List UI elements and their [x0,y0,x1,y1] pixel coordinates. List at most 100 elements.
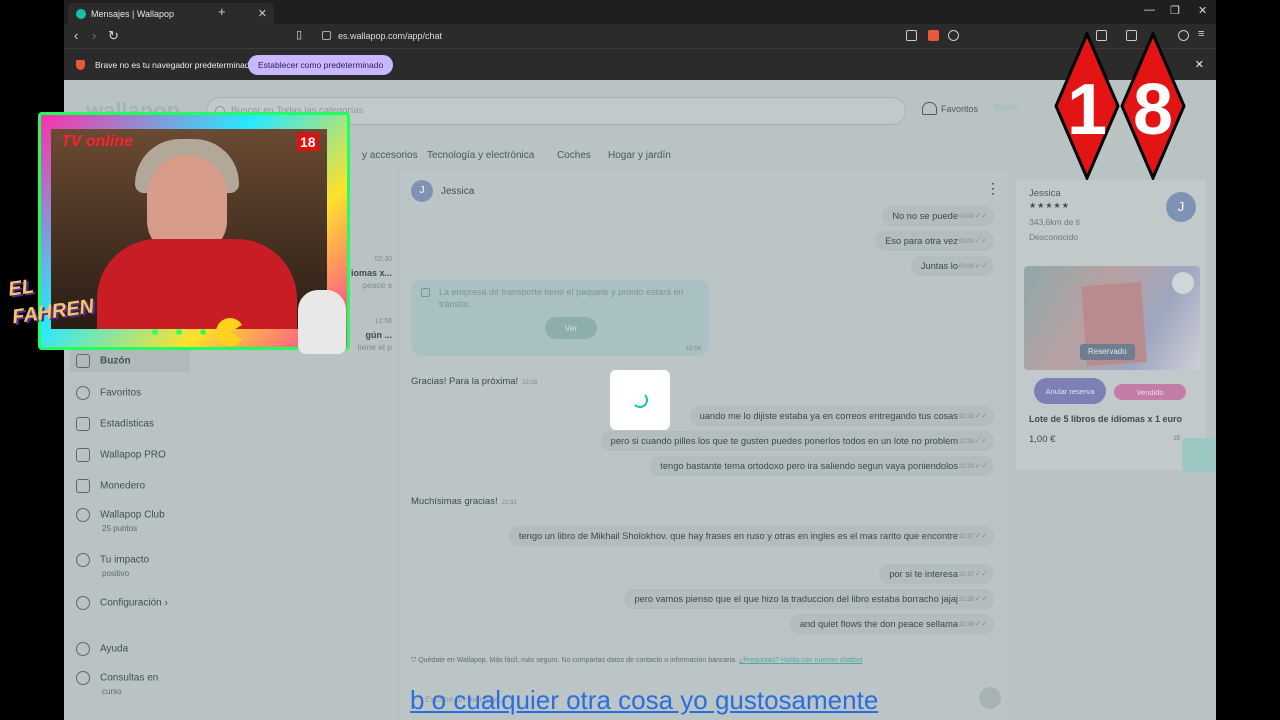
product-title[interactable]: Lote de 5 libros de idiomas x 1 euro [1029,414,1182,424]
anular-reserva-button[interactable]: Anular reserva [1034,378,1106,404]
window-close-icon[interactable]: ✕ [1198,4,1207,17]
favoritos-link[interactable]: Favoritos [922,102,978,115]
sidebar-label: Estadísticas [100,418,154,430]
person-shirt [97,239,297,329]
message-time: 00:00 [958,264,974,270]
chat-header[interactable]: J Jessica [411,180,474,202]
transport-notification: La empresa de transporte tiene el paquet… [411,280,709,356]
digit-one: 1 [1067,70,1107,150]
sidebar-item-favoritos[interactable]: Favoritos [76,386,141,400]
message-text: Juntas lo [920,261,958,271]
pro-icon [76,448,90,462]
age-rating-small: 18 [297,133,319,151]
bookmark-icon[interactable]: ▯ [296,28,302,41]
avatar[interactable]: J [1166,192,1196,222]
wallapop-favicon-icon [76,8,86,19]
message-time: 12:26 [522,380,538,386]
infobar-close-icon[interactable]: ✕ [1195,58,1204,71]
send-button[interactable] [979,687,1001,709]
close-tab-icon[interactable]: ✕ [258,7,267,20]
seller-name: Jessica [1029,188,1061,199]
reload-icon[interactable]: ↻ [108,28,119,44]
sidebar-item-estadisticas[interactable]: Estadísticas [76,417,154,431]
browser-tab-bar: Mensajes | Wallapop ✕ + — ❐ ✕ [64,0,1216,24]
spinner-icon [632,392,648,408]
favoritos-label: Favoritos [941,103,979,114]
sidebar-label: Tu impacto [100,554,150,566]
buzon-link[interactable]: Buzón [994,102,1020,112]
set-default-button[interactable]: Establecer como predeterminado [248,55,394,75]
sidebar-item-ayuda[interactable]: Ayuda [76,642,128,656]
minimize-icon[interactable]: — [1144,4,1155,16]
message-received: Muchísimas gracias! 22:33 [411,496,517,507]
sidebar-item-consultas[interactable]: Consultas en curso [76,671,158,696]
forward-icon[interactable]: › [92,28,96,43]
seller-status: Desconocido [1029,232,1079,242]
chatbot-icon[interactable] [1182,438,1216,472]
edit-icon[interactable] [1172,272,1194,294]
sidebar-label-line2: positivo [102,569,130,578]
read-check-icon: ✓✓ [974,411,988,420]
live-caption: b o cualquier otra cosa yo gustosamente [410,685,879,715]
tv-online-logo: TV online [61,133,133,150]
browser-tab[interactable]: Mensajes | Wallapop ✕ [68,3,274,24]
category-coches[interactable]: Coches [557,150,591,161]
rating-stars: ★★★★★ [1029,201,1070,210]
message-time: 22:37 [958,534,974,540]
ver-button[interactable]: Ver [545,317,597,339]
message-time: 00:00 [958,214,974,220]
read-check-icon: ✓✓ [974,619,988,628]
product-panel: Jessica ★★★★★ 343,6km de ti Desconocido … [1016,180,1206,470]
vendido-button[interactable]: Vendido [1114,384,1186,400]
reservado-badge: Reservado [1080,344,1135,360]
message-text: por si te interesa [889,569,958,579]
sidebar-item-monedero[interactable]: Monedero [76,479,145,493]
bar-chart-icon [76,417,90,431]
site-info-icon[interactable] [322,31,331,40]
message-text: and quiet flows the don peace sellama [799,619,958,629]
message-time: 22:38 [958,597,974,603]
age-rating-8: 8 [1120,30,1186,182]
sidebar-item-impacto[interactable]: Tu impacto positivo [76,553,149,578]
menu-icon[interactable]: ≡ [1198,28,1204,40]
back-icon[interactable]: ‹ [74,28,78,43]
message-text: tengo bastante tema ortodoxo pero ira sa… [660,461,958,471]
sidebar-item-club[interactable]: Wallapop Club 25 puntos [76,508,165,533]
read-check-icon: ✓✓ [974,569,988,578]
product-image[interactable]: Reservado [1024,266,1200,370]
category-hogar[interactable]: Hogar y jardín [608,150,671,161]
message-received: Gracias! Para la próxima! 12:26 [411,376,537,387]
age-rating-1: 1 [1054,30,1120,182]
message-time: 00:00 [958,239,974,245]
heart-icon [922,102,937,115]
share-icon[interactable] [906,30,917,41]
sidebar-label: Wallapop Club [100,509,165,521]
chevron-right-icon: › [164,597,168,609]
brave-shields-icon[interactable] [928,30,939,41]
contact-name: Jessica [441,185,475,197]
el-fahren-logo: EL FAHREN [7,265,96,332]
message-text: Eso para otra vez [885,236,958,246]
category-tecnologia[interactable]: Tecnología y electrónica [427,150,534,161]
transport-text: La empresa de transporte tiene el paquet… [439,287,684,309]
category-accesorios[interactable]: y accesorios [362,150,418,161]
more-options-icon[interactable]: ⋮ [986,180,1000,197]
globe-icon [76,553,90,567]
message-sent: and quiet flows the don peace sellama 22:… [789,614,994,634]
sidebar-item-configuracion[interactable]: Configuración › [76,596,168,610]
message-text: pero si cuando pilles los que te gusten … [610,436,958,446]
address-bar[interactable]: es.wallapop.com/app/chat [314,27,954,45]
maximize-icon[interactable]: ❐ [1170,4,1180,17]
package-icon [421,288,430,297]
conv-preview: tiene el p [357,342,393,352]
sidebar-item-buzon[interactable]: Buzón [70,350,190,372]
new-tab-icon[interactable]: + [218,4,226,19]
message-sent: tengo bastante tema ortodoxo pero ira sa… [650,456,994,476]
sidebar-label: Favoritos [100,387,142,399]
product-views: 25 [1173,436,1180,442]
sidebar-item-pro[interactable]: Wallapop PRO [76,448,166,462]
chatbot-link[interactable]: ¿Preguntas? Habla con nuestro chatbot [739,657,863,664]
read-check-icon: ✓✓ [974,236,988,245]
brave-rewards-icon[interactable] [948,30,959,41]
brave-logo-icon [76,60,85,70]
